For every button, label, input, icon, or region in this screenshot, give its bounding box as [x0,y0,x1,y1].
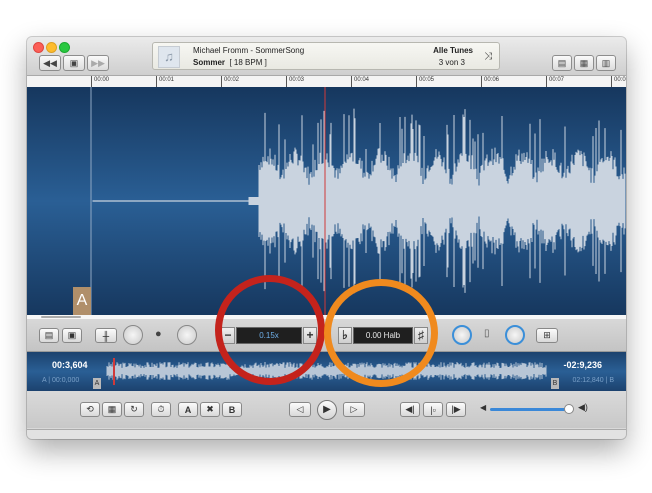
marker-list-icon: ▤ [44,330,54,340]
playlist-icon: ▣ [69,57,79,68]
pitch-flat-button[interactable]: ♭ [338,327,352,344]
status-bar [27,429,626,439]
jump-marker-button[interactable]: |▫ [423,402,443,417]
control-bar: ▤ ▣ ╫ ● − 0.15x + ♭ 0.00 Halb ♯ ▯ ⊞ [27,319,626,352]
volume-knob[interactable] [123,325,143,345]
volume-high-icon: ◀) [578,402,588,412]
shuffle-icon[interactable]: ⤨ [484,51,492,62]
overview-marker-a[interactable]: A [93,378,101,389]
link-icon[interactable]: ▯ [484,328,490,339]
pitch-knob[interactable] [452,325,472,345]
ruler-tick: 00:06 [481,76,499,87]
pitch-display[interactable]: 0.00 Halb [353,327,413,344]
previous-button[interactable]: ◁ [289,402,311,417]
bpm-label: [ 18 BPM ] [229,58,267,67]
jump-start-icon: ◀| [405,404,415,414]
clear-loop-button[interactable]: ✖ [200,402,220,417]
waveform-view-icon: ▤ [557,57,567,68]
elapsed-time: 00:3,604 [52,360,88,370]
overview-waveform [106,358,547,385]
settings-button[interactable]: ⊞ [536,328,558,343]
set-a-button[interactable]: A [178,402,198,417]
minimize-button[interactable] [46,42,57,53]
view-waveform-button[interactable]: ▤ [552,55,572,71]
ruler-tick: 00:0 [611,76,626,87]
speed-plus-button[interactable]: + [303,327,317,344]
tempo-knob[interactable] [505,325,525,345]
settings-icon: ⊞ [543,330,551,340]
toolbar: ◀◀ ▣ ▶▶ ♫ Michael Fromm - SommerSong Som… [27,37,626,76]
bookmark-button[interactable]: ▣ [62,328,82,343]
count-in-icon: ▦ [107,404,117,414]
playlist-button[interactable]: ▣ [63,55,85,71]
ruler-tick: 00:04 [351,76,369,87]
forward-button[interactable]: ▶▶ [87,55,109,71]
ruler-tick: 00:02 [221,76,239,87]
zoom-button[interactable] [59,42,70,53]
speed-minus-button[interactable]: − [221,327,235,344]
album-name: Sommer [193,58,226,67]
overview-marker-b[interactable]: B [551,378,559,389]
playlist-name: Alle Tunes [433,46,473,55]
loop-icon: ⟲ [86,404,94,414]
jump-end-icon: |▶ [451,404,461,414]
metronome-button[interactable]: ⏱ [151,402,171,417]
ruler-tick: 00:03 [286,76,304,87]
now-playing-display: ♫ Michael Fromm - SommerSong Sommer [ 18… [152,42,500,70]
jump-end-button[interactable]: |▶ [446,402,466,417]
rewind-icon: ◀◀ [43,57,57,68]
grid-view-icon: ▦ [579,57,589,68]
markers-button[interactable]: ▤ [39,328,59,343]
ruler-tick: 00:00 [91,76,109,87]
volume-slider-track[interactable] [490,408,568,411]
app-window: ◀◀ ▣ ▶▶ ♫ Michael Fromm - SommerSong Som… [27,37,626,439]
track-title: Michael Fromm - SommerSong [193,46,305,55]
view-grid-button[interactable]: ▦ [574,55,594,71]
ruler-tick: 00:05 [416,76,434,87]
list-view-icon: ▥ [601,57,611,68]
repeat-button[interactable]: ↻ [124,402,144,417]
ruler-tick: 00:07 [546,76,564,87]
jump-marker-icon: |▫ [430,404,436,415]
remaining-time: -02:9,236 [563,360,602,370]
scrollbar-thumb[interactable] [41,316,81,318]
equalizer-icon: ╫ [102,330,110,341]
pitch-sharp-button[interactable]: ♯ [414,327,428,344]
overview-waveform-path [106,362,547,380]
next-button[interactable]: ▷ [343,402,365,417]
view-list-button[interactable]: ▥ [596,55,616,71]
play-button[interactable]: ▶ [317,400,337,420]
loop-marker-a[interactable]: A [73,287,91,315]
metronome-icon: ⏱ [157,404,165,414]
track-position: 3 von 3 [438,58,465,67]
forward-icon: ▶▶ [91,57,105,68]
rewind-button[interactable]: ◀◀ [39,55,61,71]
count-in-button[interactable]: ▦ [102,402,122,417]
album-bpm: Sommer [ 18 BPM ] [193,58,267,67]
overview-strip[interactable]: 00:3,604 A | 00:0,000 A -02:9,236 02:12,… [27,352,626,391]
repeat-icon: ↻ [130,404,138,414]
waveform-graph [90,87,626,316]
speed-display[interactable]: 0.15x [236,327,302,344]
set-b-button[interactable]: B [222,402,242,417]
bookmark-icon: ▣ [67,330,77,340]
ruler-tick: 00:01 [156,76,174,87]
close-button[interactable] [33,42,44,53]
volume-slider-knob[interactable] [564,404,574,414]
loop-end-label: 02:12,840 | B [572,377,614,384]
balance-knob[interactable] [177,325,197,345]
volume-low-icon: ◀ [480,403,487,412]
equalizer-button[interactable]: ╫ [95,328,117,343]
microphone-icon[interactable]: ● [155,328,162,340]
loop-button[interactable]: ⟲ [80,402,100,417]
music-note-icon: ♫ [158,46,180,68]
jump-start-button[interactable]: ◀| [400,402,420,417]
loop-start-label: A | 00:0,000 [42,377,80,384]
transport-bar: ⟲ ▦ ↻ ⏱ A ✖ B ◁ ▶ ▷ ◀| |▫ |▶ ◀ ◀) [27,392,626,428]
waveform-view[interactable] [27,87,626,316]
